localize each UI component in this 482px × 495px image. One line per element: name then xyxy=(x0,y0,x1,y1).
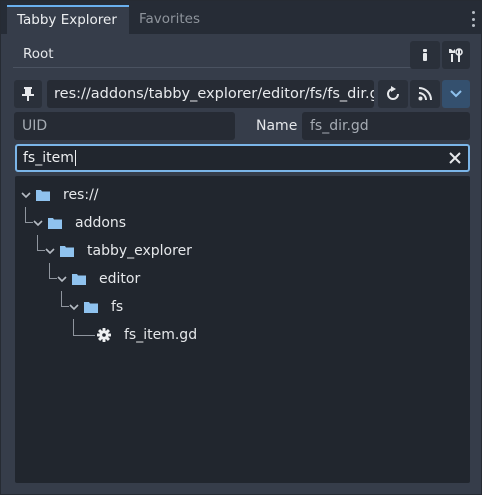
name-field[interactable]: fs_dir.gd xyxy=(302,112,470,140)
info-button[interactable] xyxy=(410,41,440,69)
name-label: Name xyxy=(256,118,298,134)
folder-icon xyxy=(84,302,98,313)
chevron-down-icon[interactable] xyxy=(21,190,31,200)
folder-icon xyxy=(60,246,74,257)
chevron-down-icon xyxy=(450,90,462,98)
tree-guide xyxy=(37,235,45,251)
tree-item-addons[interactable]: addons xyxy=(33,211,461,235)
info-icon xyxy=(423,49,427,61)
refresh-icon xyxy=(387,86,399,100)
tools-icon xyxy=(449,48,463,62)
folder-icon xyxy=(72,274,86,285)
chevron-down-icon[interactable] xyxy=(33,218,43,228)
uid-field[interactable]: UID xyxy=(14,112,235,140)
search-text: fs_item xyxy=(23,146,76,170)
rss-icon xyxy=(418,87,432,101)
search-input[interactable]: fs_item xyxy=(15,144,470,172)
pin-icon xyxy=(22,87,34,101)
tree-item-res[interactable]: res:// xyxy=(21,183,461,207)
tree-guide xyxy=(73,319,95,336)
folder-icon xyxy=(48,218,62,229)
tab-favorites[interactable]: Favorites xyxy=(129,5,210,34)
tree-item-label: editor xyxy=(99,271,141,287)
root-breadcrumb[interactable]: Root xyxy=(13,41,415,68)
close-icon[interactable] xyxy=(448,151,462,165)
refresh-button[interactable] xyxy=(378,80,408,108)
text-caret xyxy=(74,150,76,166)
path-field[interactable]: res://addons/tabby_explorer/editor/fs/fs… xyxy=(47,80,374,108)
tabby-explorer-dock: Tabby Explorer Favorites Root res://addo… xyxy=(0,0,482,495)
tree-guide xyxy=(49,263,57,279)
chevron-down-icon[interactable] xyxy=(57,274,67,284)
chevron-down-icon[interactable] xyxy=(45,246,55,256)
settings-button[interactable] xyxy=(442,41,470,69)
tree-item-fs-item-gd[interactable]: fs_item.gd xyxy=(97,323,461,347)
tree-item-label: fs_item.gd xyxy=(124,327,198,343)
tree-item-label: fs xyxy=(111,299,124,315)
rss-button[interactable] xyxy=(410,80,440,108)
tree-item-fs[interactable]: fs xyxy=(69,295,461,319)
tree-guide xyxy=(25,207,33,223)
tree-item-label: tabby_explorer xyxy=(87,243,192,259)
tree-item-label: addons xyxy=(75,215,127,231)
tree-guide xyxy=(61,291,69,307)
dock-menu-icon[interactable] xyxy=(471,11,475,27)
folder-icon xyxy=(36,190,50,201)
chevron-down-icon[interactable] xyxy=(69,302,79,312)
tree-item-editor[interactable]: editor xyxy=(57,267,461,291)
tab-tabby-explorer[interactable]: Tabby Explorer xyxy=(7,5,129,34)
search-value: fs_item xyxy=(23,150,74,166)
tab-bar: Tabby Explorer Favorites xyxy=(1,1,481,34)
tree-item-label: res:// xyxy=(63,187,99,203)
file-tree: res:// addons tabby_explorer editor fs f… xyxy=(15,176,470,483)
tree-item-tabby-explorer[interactable]: tabby_explorer xyxy=(45,239,461,263)
gear-icon xyxy=(97,328,111,342)
expand-options-button[interactable] xyxy=(442,80,470,108)
pin-button[interactable] xyxy=(14,80,42,108)
